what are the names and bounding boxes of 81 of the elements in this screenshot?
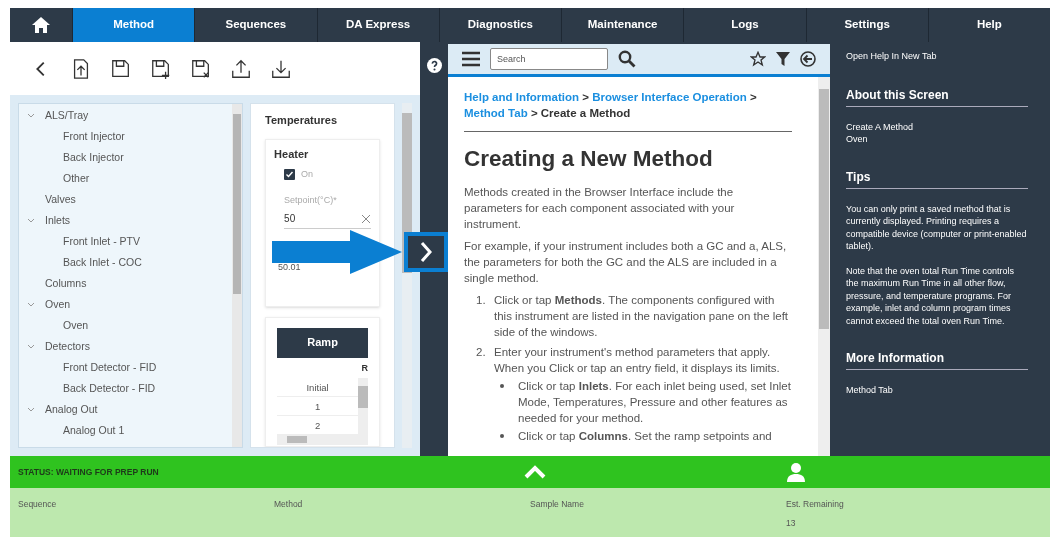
section-text: Create A Method Oven <box>846 120 915 146</box>
scrollbar[interactable] <box>402 103 412 448</box>
section-text: You can only print a saved method that is currently displayed. Printing requires a compatible device (computer or print-enabled tablet). <box>846 202 1028 253</box>
card-title: Temperatures <box>265 113 338 128</box>
detail-value: 13 <box>786 516 797 530</box>
tree-item[interactable]: Back Detector - FID <box>63 380 156 397</box>
breadcrumb-separator: > <box>582 91 589 103</box>
paragraph: Methods created in the Browser Interface include the parameters for each component associated with your instrument. <box>464 184 736 232</box>
tree-item[interactable]: Back Injector <box>63 149 124 166</box>
page-title: Creating a New Method <box>464 145 714 173</box>
chevron-down-icon[interactable] <box>27 300 35 309</box>
star-icon[interactable] <box>750 51 766 67</box>
detail-label: Method <box>274 498 304 511</box>
chevron-right-icon <box>419 241 433 263</box>
menu-icon[interactable] <box>462 51 480 67</box>
column-header: R <box>360 361 369 375</box>
chevron-down-icon[interactable] <box>27 216 35 225</box>
tree-item[interactable]: ALS/Tray <box>45 107 89 124</box>
tree-item[interactable]: Back Inlet - COC <box>63 254 142 271</box>
chevron-down-icon[interactable] <box>27 342 35 351</box>
section-text: Note that the oven total Run Time controls the maximum Run Time in all other flow, pressure, and temperature programs. For example, inlet and column program times cannot exceed the total oven Run Time. <box>846 264 1016 327</box>
chevron-down-icon[interactable] <box>27 405 35 414</box>
bullet-text: Click or tap Columns. Set the ramp setpoints and <box>518 428 772 444</box>
upload-icon[interactable] <box>230 57 252 80</box>
status-text: STATUS: WAITING FOR PREP RUN <box>18 465 159 479</box>
tree-item[interactable]: Valves <box>45 191 76 208</box>
section-heading: Tips <box>846 167 1028 189</box>
help-icon[interactable] <box>426 58 442 73</box>
tree-item[interactable]: Inlets <box>45 212 71 229</box>
breadcrumb-separator: > <box>750 91 757 103</box>
checkbox-label: On <box>301 168 314 181</box>
paragraph: For example, if your instrument includes both a GC and a, ALS, the parameters for both the GC and the ALS are included in a single method. <box>464 238 788 286</box>
bullet-icon <box>500 433 504 438</box>
expand-button[interactable] <box>404 232 448 272</box>
bullet-icon <box>500 383 504 388</box>
tree-item[interactable]: Analog Out 1 <box>63 422 125 439</box>
search-field[interactable]: Search <box>490 48 608 70</box>
tree-item[interactable]: Front Detector - FID <box>63 359 157 376</box>
tree-item[interactable]: Columns <box>45 275 87 292</box>
tree-item[interactable]: Other <box>63 170 90 187</box>
section-heading: More Information <box>846 349 1028 370</box>
breadcrumb-current: Create a Method <box>540 107 631 119</box>
chevron-down-icon[interactable] <box>27 111 35 120</box>
clear-icon[interactable] <box>361 213 372 224</box>
detail-label: Sample Name <box>530 498 585 511</box>
filter-icon[interactable] <box>776 51 790 67</box>
tree-item[interactable]: Detectors <box>45 338 90 355</box>
detail-label: Est. Remaining <box>786 498 845 511</box>
scrollbar[interactable] <box>358 377 369 435</box>
step-text: Click or tap Methods. The components configured with this instrument are listed in the navigation pane on the left side of the windows. <box>494 292 790 340</box>
save-plus-icon[interactable] <box>150 57 172 80</box>
section-title: Heater <box>274 146 310 162</box>
checkbox[interactable] <box>284 169 296 181</box>
tree-item[interactable]: Analog Out <box>45 401 98 418</box>
actual-value: 50.01 <box>278 261 302 274</box>
save-icon[interactable] <box>110 57 132 80</box>
step-number: 1. <box>476 292 487 308</box>
nav-tab[interactable]: Method <box>72 8 195 42</box>
search-icon[interactable] <box>618 50 636 68</box>
bullet-text: Click or tap Inlets. For each inlet being used, set Inlet Mode, Temperatures, Pressure and other features as needed for your method. <box>518 378 792 426</box>
home-icon[interactable] <box>31 16 51 34</box>
tree-item[interactable]: Front Inlet - PTV <box>63 233 141 250</box>
scrollbar[interactable] <box>818 77 830 456</box>
tree-item[interactable]: Oven <box>63 317 89 334</box>
scrollbar[interactable] <box>232 104 243 447</box>
setpoint-field[interactable]: 50 <box>284 211 372 229</box>
save-delete-icon[interactable] <box>190 57 212 80</box>
back-icon[interactable] <box>800 51 816 67</box>
detail-label: Sequence <box>18 498 58 511</box>
breadcrumb-separator: > <box>530 107 538 119</box>
tree-item[interactable]: Oven <box>45 296 71 313</box>
horizontal-scrollbar[interactable] <box>277 434 369 445</box>
open-help-link[interactable]: Open Help In New Tab <box>846 50 1028 64</box>
breadcrumb-link[interactable]: Browser Interface Operation <box>592 91 747 103</box>
step-number: 2. <box>476 344 487 360</box>
section-text: Method Tab <box>846 384 894 397</box>
section-heading: About this Screen <box>846 85 1028 107</box>
table-header: Ramp <box>277 327 369 358</box>
step-text: Enter your instrument's method parameters that apply. When you Click or tap an entry field, it displays its limits. <box>494 344 781 376</box>
field-label: Setpoint(°C)* <box>284 193 338 207</box>
tree-item[interactable]: Front Injector <box>63 128 125 145</box>
